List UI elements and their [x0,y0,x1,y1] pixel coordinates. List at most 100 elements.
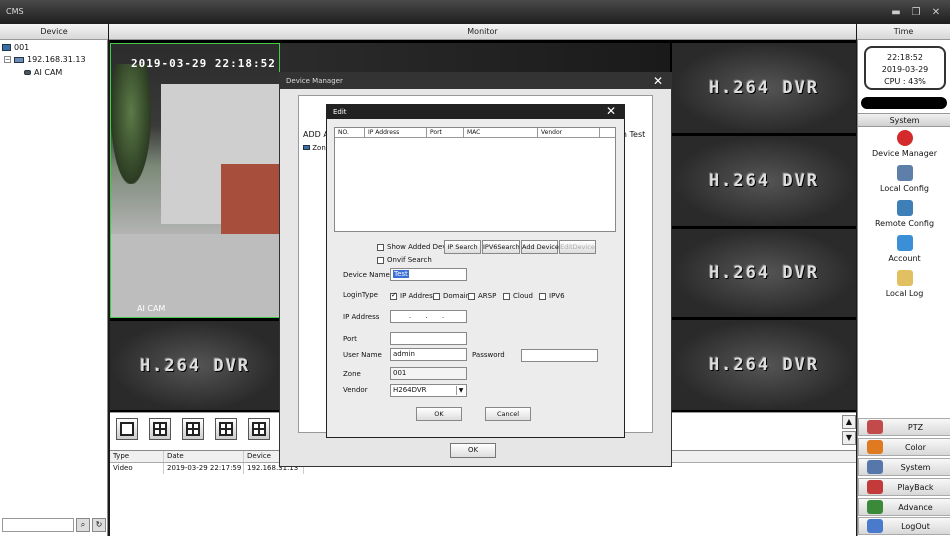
log-col-date: Date [164,451,244,462]
dvr-tile[interactable]: H.264 DVR [672,136,856,226]
edit-cancel-button[interactable]: Cancel [485,407,531,421]
tree-search-input[interactable] [2,518,74,532]
system-item-remote-config[interactable]: Remote Config [858,200,950,228]
clock-date: 2019-03-29 [881,65,929,74]
arrow-down-icon[interactable]: ▼ [842,431,856,445]
device-manager-ok-button[interactable]: OK [450,443,496,458]
edit-device-button[interactable]: EditDevice [559,240,596,254]
checkbox-icon [377,256,384,264]
user-name-label: User Name [343,351,382,359]
vendor-select[interactable]: H264DVR ▼ [390,384,467,397]
group-icon [303,145,310,150]
layout-4-icon [153,422,167,436]
collapse-icon[interactable]: − [4,56,11,63]
group-icon [2,44,11,51]
dvr-tile[interactable]: H.264 DVR [672,320,856,410]
ptz-icon [867,420,883,434]
search-icon[interactable]: ⌕ [76,518,90,532]
title-bar: CMS ▬ ❐ ✕ [0,0,950,24]
col-mac: MAC [464,128,538,137]
login-cloud-radio[interactable]: Cloud [503,292,533,300]
dvr-tile[interactable]: H.264 DVR [672,229,856,317]
advance-icon [867,500,883,514]
layout-6-button[interactable] [182,418,204,440]
system-button[interactable]: System [858,458,950,476]
login-arsp-radio[interactable]: ARSP [468,292,496,300]
remote-config-icon [896,200,913,216]
color-button[interactable]: Color [858,438,950,456]
col-no: NO. [335,128,365,137]
minimize-icon[interactable]: ▬ [890,6,902,18]
login-domain-radio[interactable]: Domain [433,292,470,300]
device-name-label: Device Name [343,271,390,279]
app-title: CMS [6,7,24,16]
logout-button[interactable]: LogOut [858,517,950,535]
account-icon [896,235,913,251]
search-results-table[interactable]: NO. IP Address Port MAC Vendor [334,127,616,232]
dvr-tile[interactable]: H.264 DVR [672,43,856,133]
checkbox-icon [503,292,510,300]
device-name-input[interactable]: Test [390,268,467,281]
arrow-up-icon[interactable]: ▲ [842,415,856,429]
col-vendor: Vendor [538,128,600,137]
time-header: Time [857,24,950,40]
tree-search: ⌕ ↻ [2,518,106,532]
close-icon[interactable]: ✕ [930,6,942,18]
system-icon [867,460,883,474]
device-manager-title: Device Manager [286,77,343,85]
close-icon[interactable]: ✕ [653,73,663,89]
system-item-local-log[interactable]: Local Log [858,270,950,298]
login-type-label: LoginType [343,291,378,299]
playback-button[interactable]: PlayBack [858,478,950,496]
login-ip-address-radio[interactable]: IP Address [390,291,436,300]
onvif-search-checkbox[interactable]: Onvif Search [377,256,432,264]
password-label: Password [472,351,505,359]
system-item-local-config[interactable]: Local Config [858,165,950,193]
dvr-tile[interactable]: H.264 DVR [110,321,280,410]
add-device-button[interactable]: Add Device [521,240,559,254]
ip-search-button[interactable]: IP Search [444,240,481,254]
layout-16-button[interactable] [248,418,270,440]
local-config-icon [896,165,913,181]
page-arrows: ▲ ▼ [842,415,856,445]
ptz-button[interactable]: PTZ [858,418,950,436]
login-ipv6-radio[interactable]: IPV6 [539,292,565,300]
refresh-icon[interactable]: ↻ [92,518,106,532]
checkbox-icon [377,243,384,251]
layout-1-button[interactable] [116,418,138,440]
zone-input[interactable]: 001 [390,367,467,380]
system-item-device-manager[interactable]: Device Manager [858,130,950,158]
checkbox-icon [468,292,475,300]
log-col-type: Type [110,451,164,462]
feed-camera-name: AI CAM [137,304,166,313]
col-ip-address: IP Address [365,128,427,137]
edit-ok-button[interactable]: OK [416,407,462,421]
ipv6-search-button[interactable]: IPV6Search [482,240,520,254]
password-input[interactable] [521,349,598,362]
port-input[interactable] [390,332,467,345]
layout-9-button[interactable] [215,418,237,440]
layout-16-icon [252,422,266,436]
camera-feed[interactable]: 2019-03-29 22:18:52 AI CAM [110,43,280,318]
tree-device[interactable]: − 192.168.31.13 [4,55,86,64]
device-tree-panel: 001 − 192.168.31.13 AI CAM ⌕ ↻ [0,40,108,536]
monitor-header: Monitor [109,24,856,40]
tree-camera-label: AI CAM [34,68,63,77]
edit-title: Edit [333,108,347,116]
system-item-account[interactable]: Account [858,235,950,263]
search-results-header: NO. IP Address Port MAC Vendor [335,128,615,138]
ip-address-input[interactable]: . . . [390,310,467,323]
layout-4-button[interactable] [149,418,171,440]
chevron-down-icon[interactable]: ▼ [456,386,465,395]
user-name-input[interactable]: admin [390,348,467,361]
logout-icon [867,519,883,533]
show-added-devices-checkbox[interactable]: Show Added Devi [377,243,448,251]
close-icon[interactable]: ✕ [606,104,616,118]
tree-root[interactable]: 001 [2,43,29,52]
restore-icon[interactable]: ❐ [910,6,922,18]
clock-display: 22:18:52 2019-03-29 CPU : 43% [864,46,946,90]
window-controls: ▬ ❐ ✕ [890,6,942,18]
tree-camera[interactable]: AI CAM [24,68,62,77]
col-port: Port [427,128,464,137]
advance-button[interactable]: Advance [858,498,950,516]
